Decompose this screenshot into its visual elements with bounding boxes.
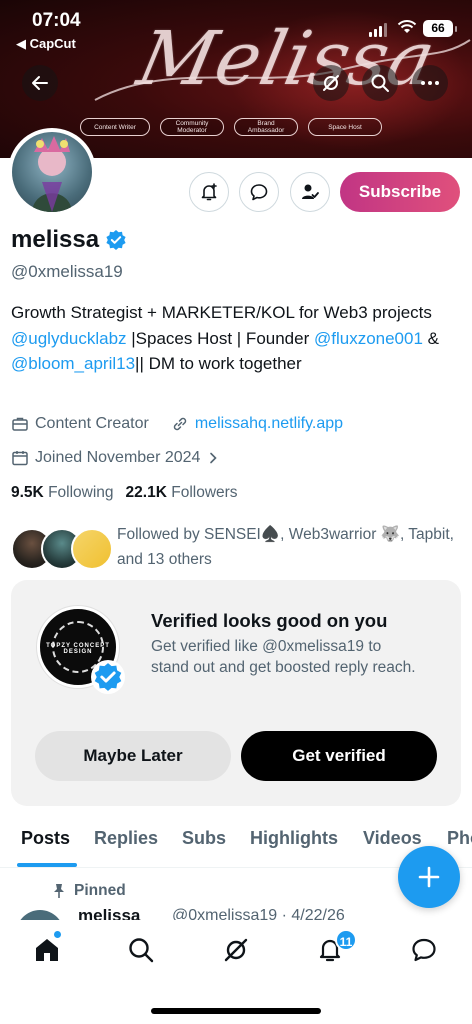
profile-meta-row: Content Creator melissahq.netlify.app (11, 415, 343, 433)
plus-icon (418, 866, 440, 888)
followers-count-link[interactable]: 22.1K Followers (126, 484, 238, 502)
active-tab-indicator (17, 863, 77, 867)
profile-website-link[interactable]: melissahq.netlify.app (195, 415, 343, 433)
grok-icon (323, 75, 339, 91)
pinned-label-row: Pinned (52, 882, 126, 900)
nav-search[interactable] (121, 930, 161, 970)
cellular-signal-icon (369, 23, 387, 37)
nav-grok[interactable] (216, 930, 256, 970)
get-verified-button[interactable]: Get verified (241, 731, 437, 781)
message-button[interactable] (239, 172, 279, 212)
tab-videos[interactable]: Videos (363, 828, 422, 849)
joined-row[interactable]: Joined November 2024 (11, 449, 220, 467)
followed-by-avatars (11, 528, 113, 570)
profile-name: melissa (11, 226, 100, 253)
logo-text: TOPZY CONCEPT DESIGN (46, 643, 110, 655)
promo-subtitle: Get verified like @0xmelissa19 to stand … (151, 638, 416, 676)
person-check-icon (302, 184, 319, 199)
back-to-app-link[interactable]: ◀ CapCut (16, 36, 76, 52)
search-button[interactable] (362, 65, 398, 101)
avatar-illustration (32, 136, 72, 212)
profile-handle: @0xmelissa19 (11, 262, 123, 281)
pinned-label: Pinned (74, 882, 126, 899)
wifi-icon (397, 20, 417, 33)
bio-text: || DM to work together (135, 354, 302, 373)
search-icon (371, 74, 389, 92)
nav-messages[interactable] (404, 930, 444, 970)
bio-mention-link[interactable]: @uglyducklabz (11, 329, 127, 348)
followed-by-text: Followed by SENSEI♠️, Web3warrior 🐺, Tap… (117, 526, 454, 568)
bell-plus-icon (201, 183, 217, 201)
status-bar: 07:04 ◀ CapCut 66 (0, 0, 472, 56)
following-label: Following (48, 484, 114, 501)
link-icon (173, 417, 187, 431)
home-unread-dot (54, 931, 61, 938)
back-button[interactable] (22, 65, 58, 101)
followers-label: Followers (171, 484, 238, 501)
chevron-right-icon (210, 452, 218, 464)
calendar-icon (12, 451, 28, 466)
verified-badge-icon[interactable] (105, 229, 127, 251)
profile-bio: Growth Strategist + MARKETER/KOL for Web… (11, 300, 461, 377)
bio-text: |Spaces Host | Founder (126, 328, 314, 348)
banner-pill: Brand Ambassador (234, 118, 298, 136)
profile-name-row: melissa (11, 226, 127, 254)
home-icon (36, 939, 58, 961)
maybe-later-button[interactable]: Maybe Later (35, 731, 231, 781)
grok-button[interactable] (313, 65, 349, 101)
bio-mention-link[interactable]: @bloom_april13 (11, 354, 135, 373)
subscribe-button[interactable]: Subscribe (340, 172, 460, 212)
profile-avatar[interactable] (8, 128, 96, 216)
promo-title: Verified looks good on you (151, 610, 388, 631)
tab-replies[interactable]: Replies (94, 828, 158, 849)
notify-button[interactable] (189, 172, 229, 212)
following-button[interactable] (290, 172, 330, 212)
bio-mention-link[interactable]: @fluxzone001 (314, 329, 423, 348)
tab-subs[interactable]: Subs (182, 828, 226, 849)
verified-promo-card: TOPZY CONCEPT DESIGN Verified looks good… (11, 580, 461, 806)
avatar (71, 528, 113, 570)
banner-pills: Content Writer Community Moderator Brand… (80, 118, 382, 136)
verified-badge-icon (91, 660, 125, 694)
status-time: 07:04 (32, 10, 81, 31)
tab-photos[interactable]: Pho (447, 828, 472, 849)
nav-home[interactable] (27, 930, 67, 970)
following-count-link[interactable]: 9.5K Following (11, 484, 114, 502)
grok-nav-icon (224, 938, 248, 962)
followers-count: 22.1K (125, 484, 167, 501)
battery-indicator: 66 (423, 20, 457, 37)
banner-pill: Content Writer (80, 118, 150, 136)
notification-count-badge: 11 (335, 929, 357, 951)
banner-pill: Space Host (308, 118, 382, 136)
bio-text: & (422, 328, 439, 348)
compose-post-button[interactable] (398, 846, 460, 908)
more-icon (421, 81, 439, 85)
briefcase-icon (12, 417, 28, 431)
home-indicator (151, 1008, 321, 1014)
back-arrow-icon (32, 76, 48, 90)
more-button[interactable] (412, 65, 448, 101)
message-icon (250, 184, 268, 201)
tab-posts[interactable]: Posts (21, 828, 70, 849)
following-count: 9.5K (11, 484, 44, 501)
pin-icon (54, 884, 64, 898)
banner-pill: Community Moderator (160, 118, 224, 136)
profile-category: Content Creator (35, 415, 149, 432)
bio-text: Growth Strategist + MARKETER/KOL for Web… (11, 303, 432, 322)
search-nav-icon (129, 938, 154, 963)
bottom-nav: 11 (0, 920, 472, 1024)
chat-icon (412, 938, 436, 962)
avatar-image (12, 132, 92, 212)
follow-counts: 9.5K Following 22.1K Followers (11, 484, 238, 502)
profile-joined: Joined November 2024 (35, 449, 201, 466)
tab-highlights[interactable]: Highlights (250, 828, 338, 849)
